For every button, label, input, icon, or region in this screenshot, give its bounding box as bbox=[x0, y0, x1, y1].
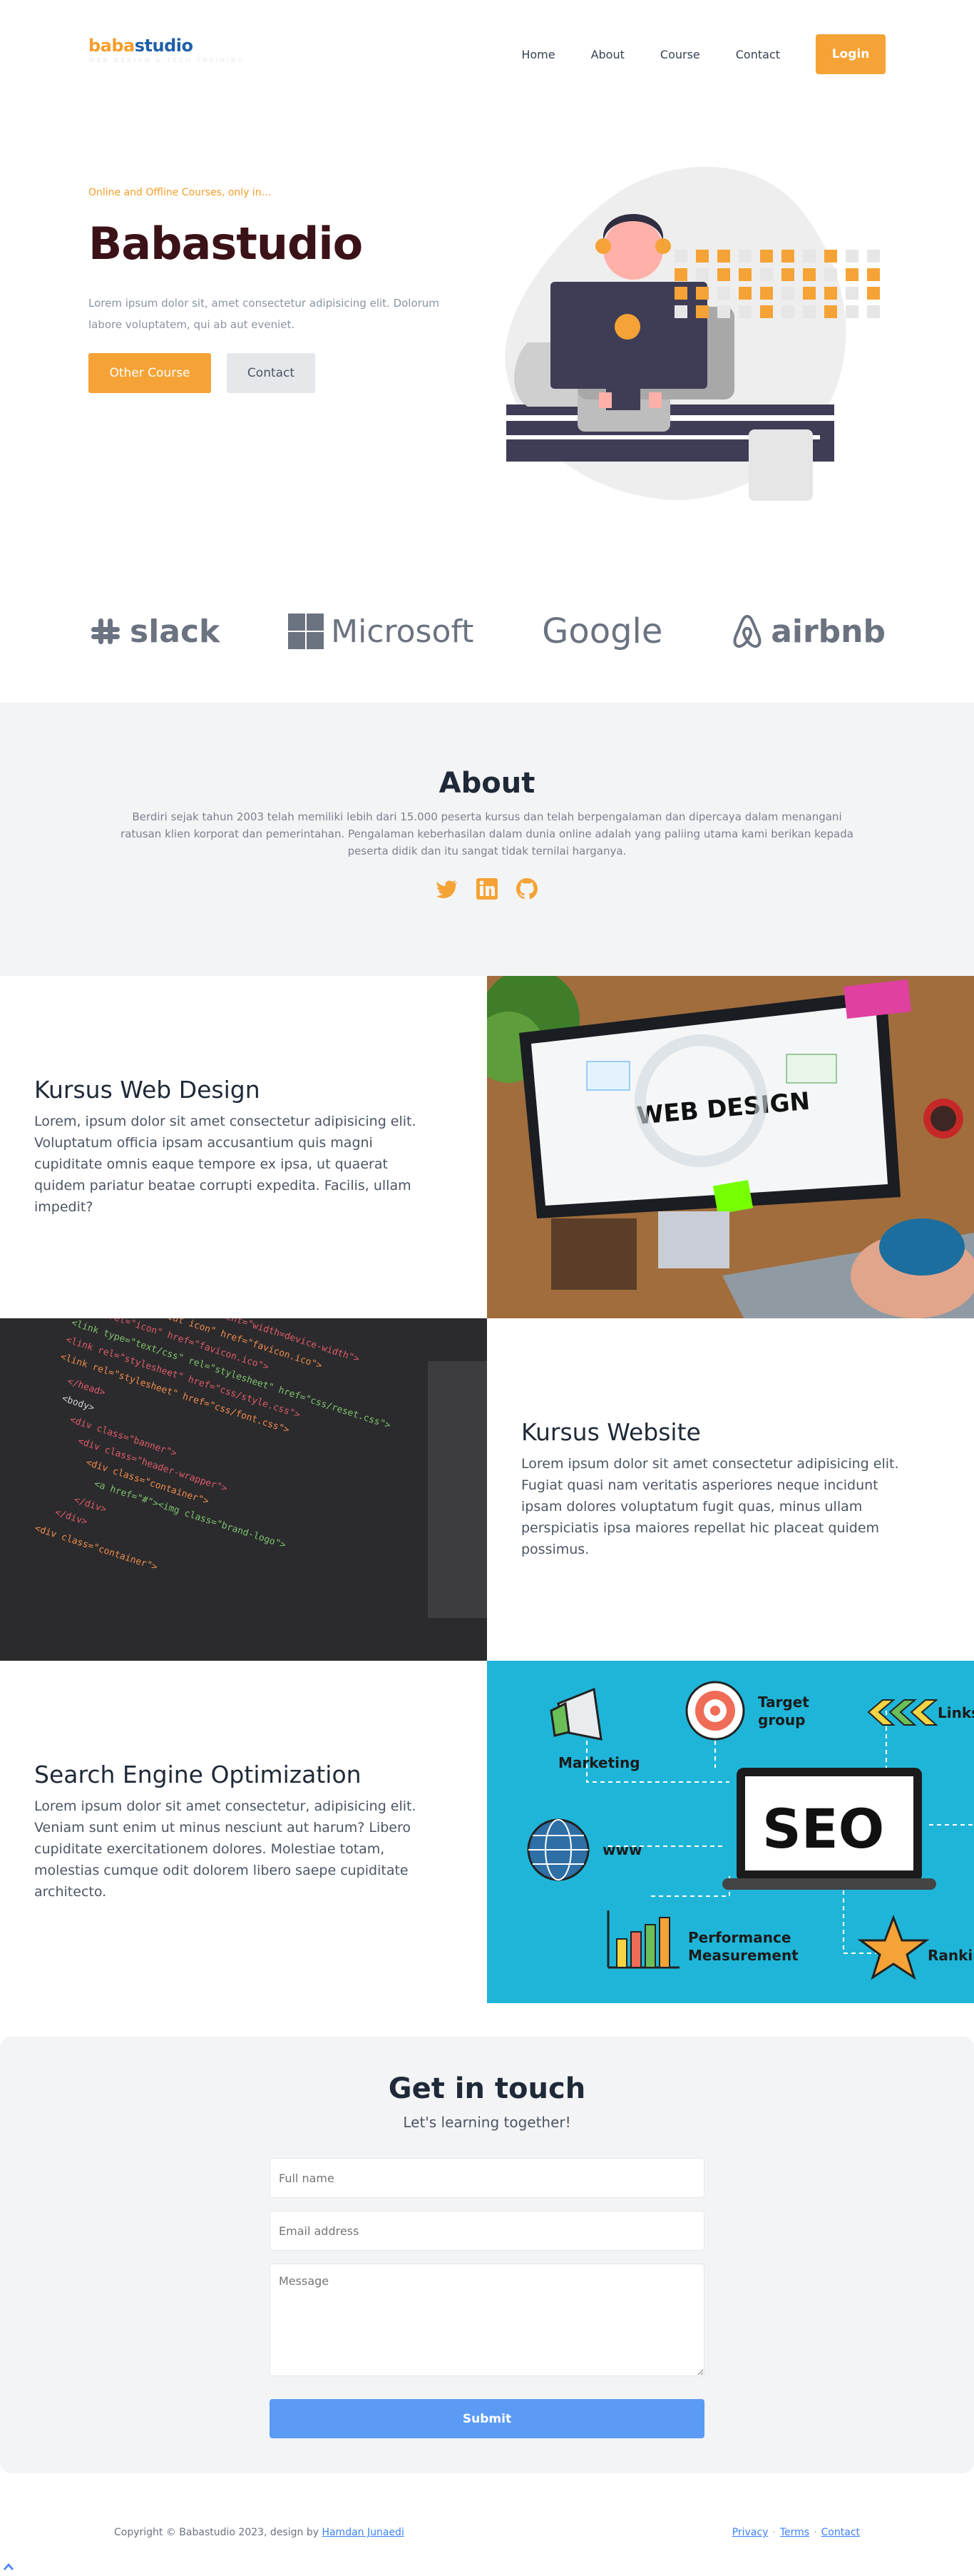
social-links bbox=[0, 877, 974, 900]
partner-slack: slack bbox=[88, 614, 220, 650]
page: babastudio WEB DESIGN & TECH TRAINING Ho… bbox=[0, 0, 974, 2576]
linkedin-icon[interactable] bbox=[476, 877, 498, 900]
about-section: About Berdiri sejak tahun 2003 telah mem… bbox=[0, 703, 974, 976]
course-seo-title: Search Engine Optimization bbox=[34, 1761, 362, 1788]
contact-button[interactable]: Contact bbox=[227, 353, 315, 393]
footer-links: Privacy · Terms · Contact bbox=[732, 2527, 860, 2538]
course-web-design-text: Kursus Web Design Lorem, ipsum dolor sit… bbox=[34, 1076, 434, 1218]
nav-home[interactable]: Home bbox=[521, 48, 555, 61]
logo-part-2: studio bbox=[134, 36, 193, 56]
brand-logo[interactable]: babastudio WEB DESIGN & TECH TRAINING bbox=[88, 36, 260, 76]
logo-tagline: WEB DESIGN & TECH TRAINING bbox=[88, 57, 245, 64]
hero-kicker: Online and Offline Courses, only in... bbox=[88, 187, 272, 198]
copyright: Copyright © Babastudio 2023, design by H… bbox=[114, 2527, 404, 2538]
airbnb-icon bbox=[733, 614, 762, 648]
seo-label-marketing: Marketing bbox=[558, 1754, 640, 1771]
hero-illustration bbox=[505, 166, 880, 501]
seo-label-ranking: Ranking bbox=[928, 1947, 974, 1964]
login-button[interactable]: Login bbox=[816, 34, 886, 74]
twitter-icon[interactable] bbox=[436, 877, 458, 900]
contact-section: Get in touch Let's learning together! Su… bbox=[0, 2037, 974, 2473]
microsoft-icon bbox=[288, 614, 324, 649]
submit-button[interactable]: Submit bbox=[270, 2399, 704, 2438]
partner-microsoft: Microsoft bbox=[288, 614, 473, 650]
course-website-text: Kursus Website Lorem ipsum dolor sit ame… bbox=[521, 1418, 921, 1560]
hero-buttons: Other Course Contact bbox=[88, 353, 315, 393]
slack-icon bbox=[91, 618, 120, 644]
course-website-title: Kursus Website bbox=[521, 1418, 701, 1446]
nav-about[interactable]: About bbox=[591, 48, 625, 61]
course-seo-text: Search Engine Optimization Lorem ipsum d… bbox=[34, 1761, 434, 1903]
privacy-link[interactable]: Privacy bbox=[732, 2527, 769, 2538]
contact-subtitle: Let's learning together! bbox=[403, 2114, 571, 2131]
code-image: <meta name="viewport" content="width=dev… bbox=[0, 1318, 487, 1661]
about-text: Berdiri sejak tahun 2003 telah memiliki … bbox=[121, 810, 853, 857]
seo-label-links: Links bbox=[938, 1704, 974, 1721]
partner-airbnb-name: airbnb bbox=[771, 613, 886, 650]
nav-course[interactable]: Course bbox=[660, 48, 700, 61]
partner-airbnb: airbnb bbox=[731, 614, 886, 650]
main-menu: Home About Course Contact Login bbox=[521, 34, 886, 74]
course-seo: Search Engine Optimization Lorem ipsum d… bbox=[0, 1661, 974, 2003]
copyright-text: Copyright © Babastudio 2023, design by bbox=[114, 2527, 322, 2538]
seo-image: SEO Target group Marketing Links w bbox=[487, 1661, 974, 2003]
hero-description: Lorem ipsum dolor sit, amet consectetur … bbox=[88, 297, 439, 331]
web-design-image: WEB DESIGN bbox=[487, 976, 974, 1318]
hero-title: Babastudio bbox=[88, 218, 363, 270]
email-input[interactable] bbox=[270, 2211, 704, 2251]
seo-label-performance: Performance bbox=[688, 1929, 791, 1946]
course-seo-desc: Lorem ipsum dolor sit amet consectetur, … bbox=[34, 1798, 416, 1900]
footer: Copyright © Babastudio 2023, design by H… bbox=[0, 2497, 974, 2576]
partner-google-name: Google bbox=[542, 611, 663, 651]
logo-wordmark: babastudio bbox=[88, 36, 260, 56]
scroll-top-icon[interactable] bbox=[3, 2562, 14, 2571]
seo-label-measurement: Measurement bbox=[688, 1947, 799, 1964]
course-web-design: Kursus Web Design Lorem, ipsum dolor sit… bbox=[0, 976, 974, 1318]
course-website: <meta name="viewport" content="width=dev… bbox=[0, 1318, 974, 1661]
navbar: babastudio WEB DESIGN & TECH TRAINING Ho… bbox=[0, 0, 974, 107]
message-input[interactable] bbox=[270, 2264, 704, 2376]
github-icon[interactable] bbox=[516, 877, 538, 900]
author-link[interactable]: Hamdan Junaedi bbox=[322, 2527, 404, 2538]
seo-image-title: SEO bbox=[762, 1797, 884, 1860]
footer-contact-link[interactable]: Contact bbox=[821, 2527, 860, 2538]
terms-link[interactable]: Terms bbox=[780, 2527, 809, 2538]
logo-part-1: baba bbox=[88, 36, 135, 56]
seo-label-www: www bbox=[603, 1841, 642, 1858]
footer-separator: · bbox=[814, 2527, 817, 2538]
course-web-design-title: Kursus Web Design bbox=[34, 1076, 260, 1104]
partner-microsoft-name: Microsoft bbox=[331, 613, 474, 650]
course-web-design-desc: Lorem, ipsum dolor sit amet consectetur … bbox=[34, 1114, 416, 1215]
contact-title: Get in touch bbox=[388, 2072, 586, 2105]
partner-google: Google bbox=[542, 611, 662, 651]
seo-label-target: Target bbox=[758, 1694, 809, 1711]
other-course-button[interactable]: Other Course bbox=[88, 353, 211, 393]
course-website-desc: Lorem ipsum dolor sit amet consectetur a… bbox=[521, 1456, 899, 1557]
partner-logos: slack Microsoft Google airbnb bbox=[88, 606, 886, 656]
footer-separator: · bbox=[772, 2527, 776, 2538]
nav-contact[interactable]: Contact bbox=[736, 48, 780, 61]
partner-slack-name: slack bbox=[130, 613, 220, 650]
about-title: About bbox=[439, 767, 535, 800]
fullname-input[interactable] bbox=[270, 2158, 704, 2198]
seo-label-group: group bbox=[758, 1711, 805, 1729]
